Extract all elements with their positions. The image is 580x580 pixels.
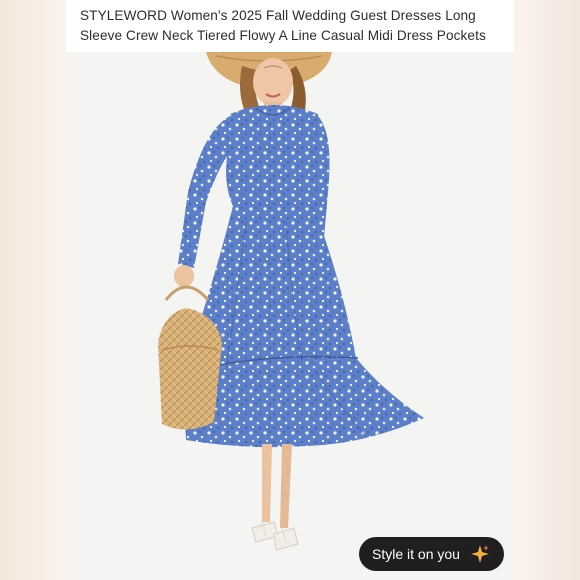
leg-left [262, 444, 272, 522]
dress-bodice [226, 105, 324, 208]
style-button-label: Style it on you [372, 546, 460, 562]
bag-handle [164, 285, 210, 301]
straw-bag [158, 308, 222, 430]
product-title: STYLEWORD Women's 2025 Fall Wedding Gues… [80, 8, 486, 43]
dress-illustration [158, 52, 424, 551]
product-card: STYLEWORD Women's 2025 Fall Wedding Gues… [66, 0, 514, 580]
leg-right [280, 444, 292, 528]
style-it-on-you-button[interactable]: Style it on you [359, 537, 504, 571]
product-image[interactable] [66, 52, 514, 580]
sparkle-icon [470, 544, 490, 564]
dress-skirt-lower [184, 358, 424, 448]
face [253, 58, 293, 106]
